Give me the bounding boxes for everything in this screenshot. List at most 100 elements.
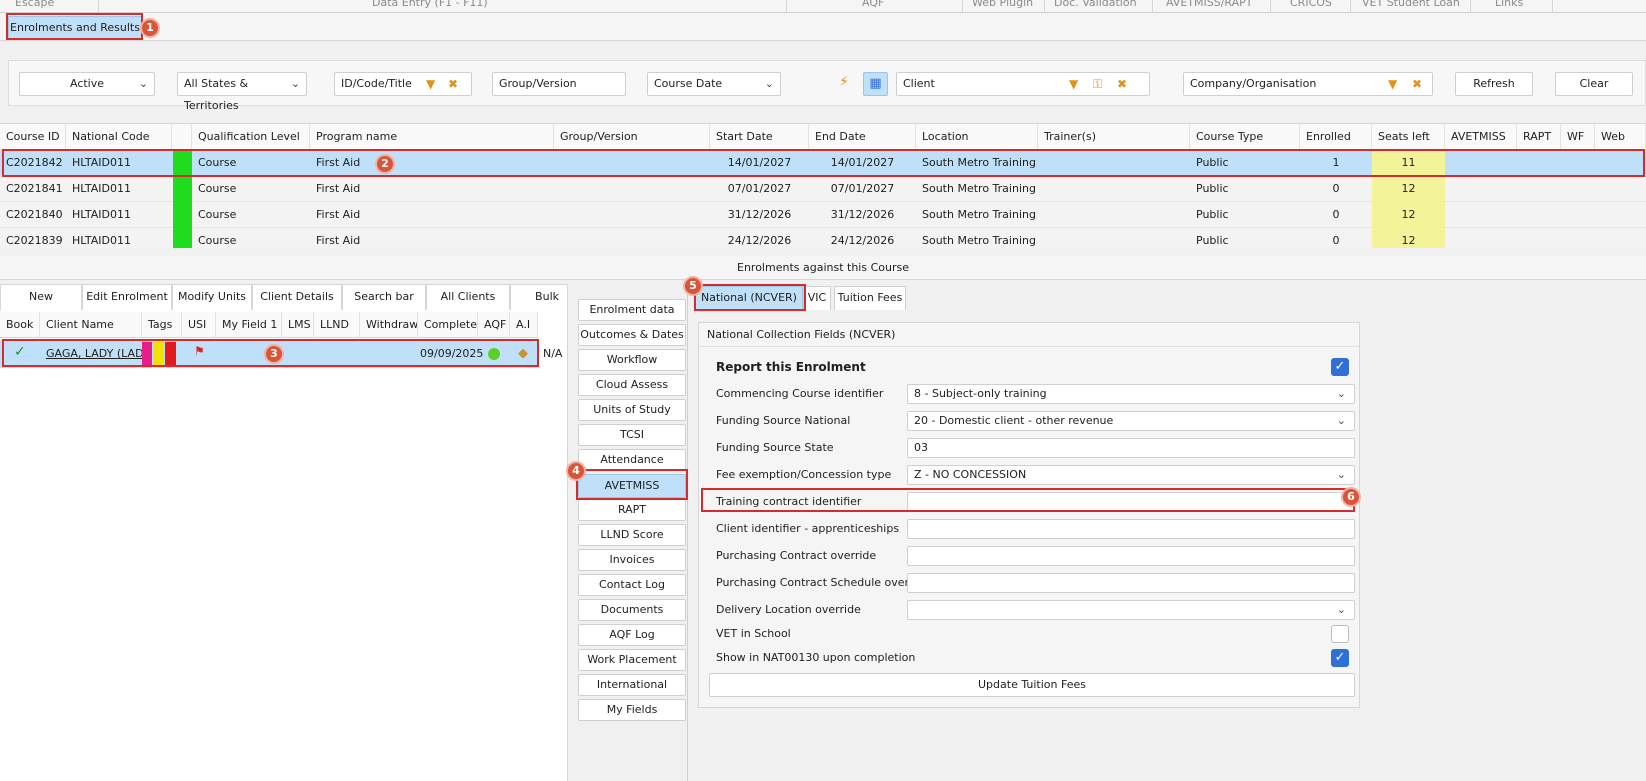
nav-contact-log[interactable]: Contact Log [578, 574, 686, 596]
clear-filter-icon[interactable]: ✖ [448, 77, 458, 91]
col-complete[interactable]: Complete [418, 312, 478, 338]
all-clients-button[interactable]: All Clients [426, 284, 510, 310]
nav-documents[interactable]: Documents [578, 599, 686, 621]
nav-aqf-log[interactable]: AQF Log [578, 624, 686, 646]
id-code-title-input[interactable]: ID/Code/Title ▼ ✖ [334, 72, 472, 96]
col-group-version[interactable]: Group/Version [554, 124, 710, 150]
client-identifier-input[interactable] [907, 519, 1355, 539]
col-status[interactable] [172, 124, 192, 150]
modify-units-button[interactable]: Modify Units [172, 284, 252, 310]
menu-aqf[interactable]: AQF [862, 0, 884, 9]
nav-avetmiss[interactable]: AVETMISS [578, 474, 686, 498]
states-filter[interactable]: All States & Territories ⌄ [177, 72, 307, 112]
table-row[interactable]: C2021839 HLTAID011 Course First Aid 24/1… [0, 228, 1646, 248]
purchasing-schedule-input[interactable] [907, 573, 1355, 593]
col-course-id[interactable]: Course ID [0, 124, 66, 150]
vet-in-school-checkbox[interactable] [1331, 625, 1349, 643]
nat130-checkbox[interactable]: ✓ [1331, 649, 1349, 667]
search-bar-button[interactable]: Search bar [342, 284, 426, 310]
menu-links[interactable]: Links [1495, 0, 1523, 9]
col-end-date[interactable]: End Date [809, 124, 916, 150]
client-details-button[interactable]: Client Details [252, 284, 342, 310]
menu-avetmiss-rapt[interactable]: AVETMISS/RAPT [1166, 0, 1253, 9]
menu-data-entry[interactable]: Data Entry (F1 - F11) [372, 0, 488, 9]
col-client-name[interactable]: Client Name [40, 312, 142, 338]
commencing-course-dropdown[interactable]: 8 - Subject-only training ⌄ [907, 384, 1355, 404]
nav-work-placement[interactable]: Work Placement [578, 649, 686, 671]
purchasing-contract-input[interactable] [907, 546, 1355, 566]
clear-filter-icon[interactable]: ✖ [1117, 77, 1127, 91]
filter-icon[interactable]: ▼ [426, 77, 435, 91]
group-version-input[interactable]: Group/Version [492, 72, 626, 96]
col-tags[interactable]: Tags [142, 312, 182, 338]
menu-escape[interactable]: Escape [15, 0, 54, 9]
col-ai[interactable]: A.I [510, 312, 538, 338]
delivery-location-dropdown[interactable]: ⌄ [907, 600, 1355, 620]
key-icon[interactable]: ⚿ [1093, 77, 1102, 91]
client-name-link[interactable]: GAGA, LADY (LAD [46, 347, 144, 360]
col-start-date[interactable]: Start Date [710, 124, 809, 150]
nav-attendance[interactable]: Attendance [578, 449, 686, 471]
edit-enrolment-button[interactable]: Edit Enrolment [82, 284, 172, 310]
col-lms[interactable]: LMS [282, 312, 314, 338]
update-tuition-fees-button[interactable]: Update Tuition Fees [709, 673, 1355, 697]
col-qualification-level[interactable]: Qualification Level [192, 124, 310, 150]
funding-source-national-dropdown[interactable]: 20 - Domestic client - other revenue ⌄ [907, 411, 1355, 431]
nav-cloud-assess[interactable]: Cloud Assess [578, 374, 686, 396]
clear-filter-icon[interactable]: ✖ [1412, 77, 1422, 91]
nav-workflow[interactable]: Workflow [578, 349, 686, 371]
filter-icon[interactable]: ▼ [1069, 77, 1078, 91]
tab-tuition-fees[interactable]: Tuition Fees [834, 286, 906, 310]
col-book[interactable]: Book [0, 312, 40, 338]
col-avetmiss[interactable]: AVETMISS [1445, 124, 1517, 150]
funding-source-state-input[interactable]: 03 [907, 438, 1355, 458]
col-trainers[interactable]: Trainer(s) [1038, 124, 1190, 150]
clear-button[interactable]: Clear [1555, 72, 1633, 96]
new-enrolment-button[interactable]: New Enrolment [0, 284, 82, 327]
col-enrolled[interactable]: Enrolled [1300, 124, 1372, 150]
course-date-dropdown[interactable]: Course Date ⌄ [647, 72, 781, 96]
company-input[interactable]: Company/Organisation ▼ ✖ [1183, 72, 1433, 96]
col-aqf[interactable]: AQF [478, 312, 510, 338]
nav-enrolment-data[interactable]: Enrolment data [578, 299, 686, 321]
status-filter[interactable]: Active ⌄ [19, 72, 155, 96]
col-withdraw[interactable]: Withdraw [360, 312, 418, 338]
col-web[interactable]: Web [1595, 124, 1646, 150]
menu-vet-student-loan[interactable]: VET Student Loan [1362, 0, 1460, 9]
nav-rapt[interactable]: RAPT [578, 499, 686, 521]
grid-view-icon[interactable]: ▦ [863, 72, 888, 96]
table-row[interactable]: C2021840 HLTAID011 Course First Aid 31/1… [0, 202, 1646, 228]
nav-international[interactable]: International [578, 674, 686, 696]
refresh-button[interactable]: Refresh [1455, 72, 1533, 96]
tab-vic[interactable]: VIC [803, 286, 831, 310]
col-wf[interactable]: WF [1561, 124, 1595, 150]
tab-enrolments-and-results[interactable]: Enrolments and Results [8, 16, 142, 40]
lightning-icon[interactable]: ⚡ [839, 75, 849, 89]
menu-web-plugin[interactable]: Web Plugin [972, 0, 1033, 9]
nav-invoices[interactable]: Invoices [578, 549, 686, 571]
table-row[interactable]: C2021841 HLTAID011 Course First Aid 07/0… [0, 176, 1646, 202]
col-seats-left[interactable]: Seats left [1372, 124, 1445, 150]
col-llnd[interactable]: LLND [314, 312, 360, 338]
col-usi[interactable]: USI [182, 312, 216, 338]
col-rapt[interactable]: RAPT [1517, 124, 1561, 150]
table-row[interactable]: C2021842 HLTAID011 Course First Aid 14/0… [0, 150, 1646, 176]
tab-national-ncver[interactable]: National (NCVER) [695, 286, 803, 310]
nav-units-of-study[interactable]: Units of Study [578, 399, 686, 421]
splitter-handle[interactable] [0, 248, 1646, 256]
client-input[interactable]: Client ▼ ⚿ ✖ [896, 72, 1150, 96]
nav-llnd-score[interactable]: LLND Score [578, 524, 686, 546]
bulk-button[interactable]: Bulk [510, 284, 568, 310]
fee-exemption-dropdown[interactable]: Z - NO CONCESSION ⌄ [907, 465, 1355, 485]
col-location[interactable]: Location [916, 124, 1038, 150]
menu-cricos[interactable]: CRICOS [1290, 0, 1332, 9]
report-enrolment-checkbox[interactable]: ✓ [1331, 358, 1349, 376]
nav-outcomes-dates[interactable]: Outcomes & Dates [578, 324, 686, 346]
training-contract-input[interactable] [907, 492, 1355, 512]
col-my-field-1[interactable]: My Field 1 [216, 312, 282, 338]
col-program-name[interactable]: Program name [310, 124, 554, 150]
nav-tcsi[interactable]: TCSI [578, 424, 686, 446]
nav-my-fields[interactable]: My Fields [578, 699, 686, 721]
menu-doc-validation[interactable]: Doc. Validation [1054, 0, 1137, 9]
col-national-code[interactable]: National Code [66, 124, 172, 150]
